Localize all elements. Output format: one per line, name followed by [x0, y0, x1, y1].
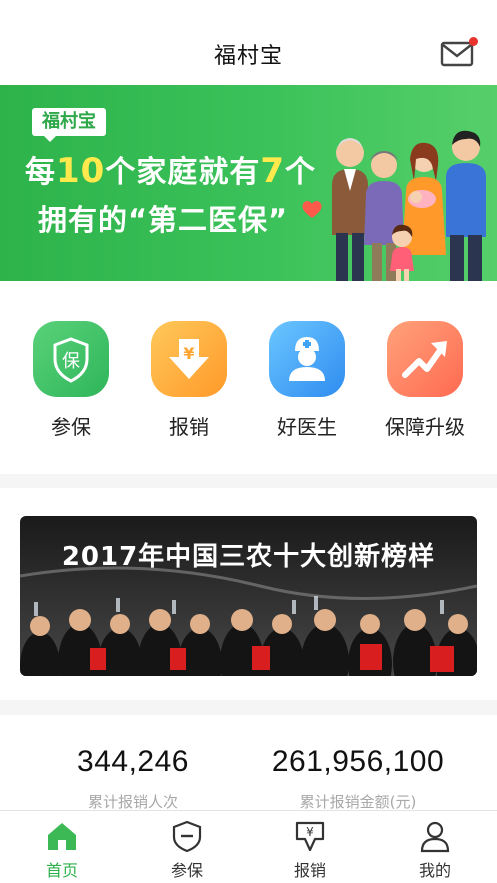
news-card: 2017年中国三农十大创新榜样 [0, 488, 497, 700]
mail-button[interactable] [440, 37, 478, 70]
quick-action-good-doctor[interactable]: 好医生 [252, 321, 362, 440]
promo-banner[interactable]: 福村宝 每10个家庭就有7个 拥有的“第二医保” [0, 85, 497, 281]
stat-value: 344,246 [77, 745, 189, 778]
quick-action-label: 参保 [51, 415, 91, 439]
banner-subheadline: 拥有的“第二医保” [38, 203, 289, 237]
award-photo-banner[interactable]: 2017年中国三农十大创新榜样 [20, 516, 477, 676]
stat-value: 261,956,100 [271, 745, 445, 778]
yuan-download-icon: ¥ [151, 321, 227, 397]
shield-icon: 保 [33, 321, 109, 397]
svg-text:¥: ¥ [183, 344, 194, 363]
stat-claims-count: 344,246 累计报销人次 [48, 745, 218, 812]
home-icon [48, 823, 76, 850]
doctor-icon [269, 321, 345, 397]
tab-label: 参保 [170, 861, 203, 880]
tab-label: 我的 [418, 861, 451, 880]
unread-badge [469, 37, 478, 46]
tab-enroll[interactable]: 参保 [147, 819, 227, 881]
family-illustration [332, 130, 486, 281]
bottom-tab-bar: 首页 参保 ¥ 报销 我的 [0, 810, 497, 883]
quick-action-upgrade[interactable]: 保障升级 [370, 321, 480, 440]
shield-minus-icon [172, 820, 202, 853]
user-icon [420, 821, 450, 853]
tab-reimburse[interactable]: ¥ 报销 [270, 819, 350, 881]
stat-label: 累计报销金额(元) [299, 793, 417, 811]
app-header: 福村宝 [0, 0, 497, 85]
promo-title: 2017年中国三农十大创新榜样 [61, 542, 436, 572]
quick-actions-panel: 保 参保 ¥ 报销 好医生 保障升级 [0, 281, 497, 474]
tab-label: 首页 [45, 861, 78, 880]
banner-tag: 福村宝 [32, 108, 106, 142]
stat-label: 累计报销人次 [87, 793, 178, 811]
banner-headline: 每10个家庭就有7个 [25, 151, 316, 191]
quick-action-label: 报销 [169, 415, 209, 439]
stat-claims-amount: 261,956,100 累计报销金额(元) [258, 745, 458, 812]
tab-mine[interactable]: 我的 [395, 819, 475, 881]
yuan-receipt-icon: ¥ [295, 821, 325, 852]
trend-up-icon [387, 321, 463, 397]
svg-text:保: 保 [62, 351, 80, 372]
quick-action-reimburse[interactable]: ¥ 报销 [134, 321, 244, 440]
mail-icon [440, 41, 474, 67]
page-title: 福村宝 [213, 44, 283, 69]
quick-action-enroll[interactable]: 保 参保 [16, 321, 126, 440]
tab-home[interactable]: 首页 [22, 819, 102, 881]
quick-action-label: 好医生 [277, 415, 337, 439]
svg-text:¥: ¥ [306, 825, 314, 839]
tab-label: 报销 [293, 861, 326, 880]
quick-action-label: 保障升级 [385, 415, 465, 439]
stats-panel: 344,246 累计报销人次 261,956,100 累计报销金额(元) [0, 715, 497, 812]
